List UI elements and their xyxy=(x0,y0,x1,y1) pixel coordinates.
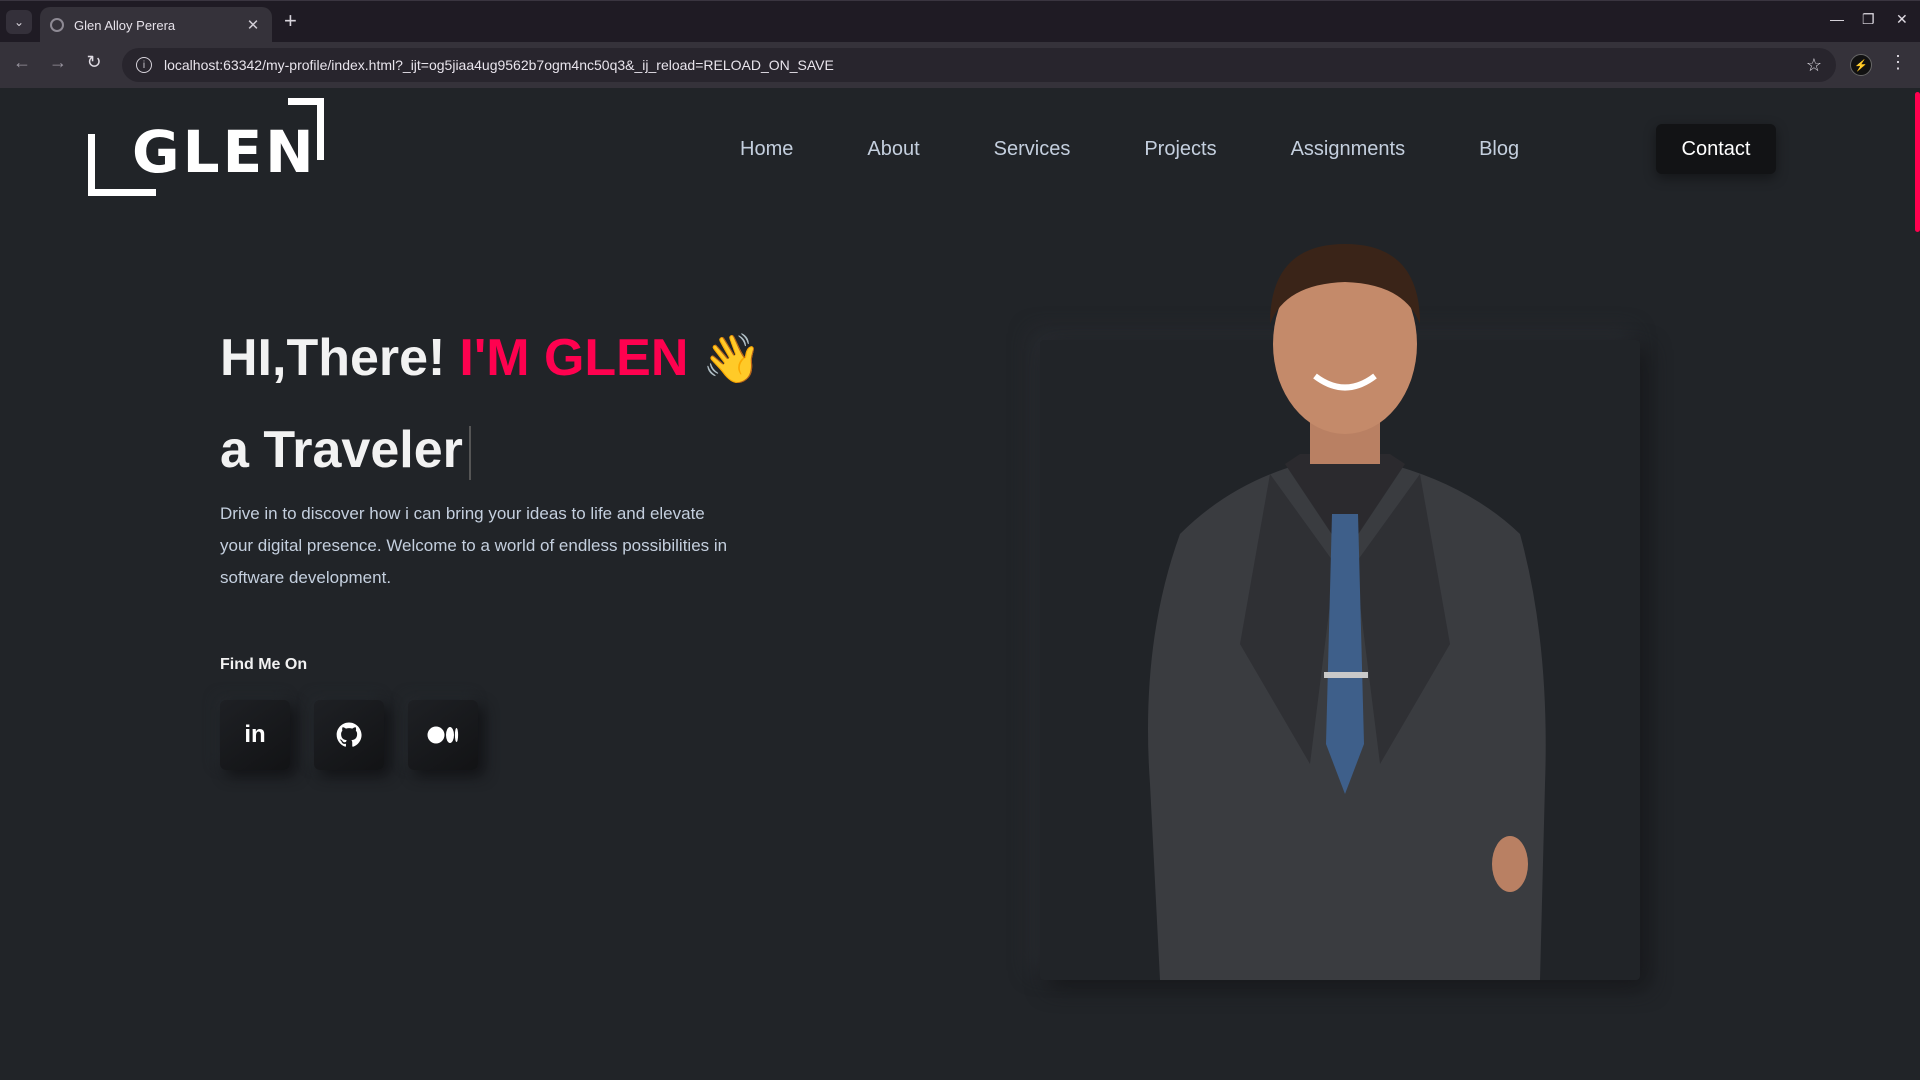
reload-icon[interactable]: ↻ xyxy=(82,52,106,73)
medium-icon xyxy=(427,726,459,744)
page-content: GLEN Home About Services Projects Assign… xyxy=(0,88,1920,1080)
nav-about[interactable]: About xyxy=(867,138,919,161)
restore-icon[interactable]: ❐ xyxy=(1862,11,1875,28)
nav-blog[interactable]: Blog xyxy=(1479,138,1519,161)
globe-icon xyxy=(50,18,64,32)
linkedin-button[interactable]: in xyxy=(220,700,290,770)
waving-hand-icon: 👋 xyxy=(702,332,763,386)
nav-projects[interactable]: Projects xyxy=(1144,138,1216,161)
url-text[interactable]: localhost:63342/my-profile/index.html?_i… xyxy=(164,57,1806,73)
find-me-on-heading: Find Me On xyxy=(220,656,308,673)
linkedin-icon: in xyxy=(244,721,266,748)
forward-icon[interactable]: → xyxy=(46,52,70,73)
browser-tab[interactable]: Glen Alloy Perera ✕ xyxy=(40,7,272,43)
social-links: in xyxy=(220,700,502,770)
nav-home[interactable]: Home xyxy=(740,138,793,161)
site-info-icon[interactable]: i xyxy=(136,57,152,73)
hero-role-text: a Traveler xyxy=(220,421,463,479)
github-button[interactable] xyxy=(314,700,384,770)
typing-cursor xyxy=(468,426,471,481)
nav-services[interactable]: Services xyxy=(994,138,1071,161)
browser-menu-icon[interactable]: ⋮ xyxy=(1889,52,1907,73)
profile-photo xyxy=(1148,244,1546,980)
github-icon xyxy=(336,722,362,747)
browser-toolbar: ← → ↻ i localhost:63342/my-profile/index… xyxy=(0,42,1920,88)
close-window-icon[interactable]: ✕ xyxy=(1896,11,1908,28)
address-bar[interactable]: i localhost:63342/my-profile/index.html?… xyxy=(122,48,1836,82)
scrollbar-thumb[interactable] xyxy=(1915,92,1920,232)
medium-button[interactable] xyxy=(408,700,478,770)
hero-greeting: HI,There! xyxy=(220,329,446,387)
site-logo[interactable]: GLEN xyxy=(88,98,324,198)
logo-text: GLEN xyxy=(132,118,317,186)
bookmark-star-icon[interactable]: ☆ xyxy=(1806,55,1822,76)
hero-role: a Traveler xyxy=(220,420,471,481)
hero-name: I'M GLEN xyxy=(459,329,689,387)
new-tab-button[interactable]: + xyxy=(284,10,297,32)
nav-assignments[interactable]: Assignments xyxy=(1291,138,1406,161)
close-tab-icon[interactable]: ✕ xyxy=(244,16,262,34)
hero-heading: HI,There! I'M GLEN 👋 xyxy=(220,328,762,388)
nav-contact-button[interactable]: Contact xyxy=(1656,124,1776,174)
browser-tabstrip: ⌄ Glen Alloy Perera ✕ + — ❐ ✕ xyxy=(0,0,1920,43)
back-icon[interactable]: ← xyxy=(10,52,34,73)
minimize-icon[interactable]: — xyxy=(1830,11,1844,27)
main-nav: Home About Services Projects Assignments… xyxy=(740,124,1776,174)
extension-icon[interactable]: ⚡ xyxy=(1850,54,1872,76)
hero-description: Drive in to discover how i can bring you… xyxy=(220,504,728,587)
tab-search-button[interactable]: ⌄ xyxy=(6,10,32,34)
tab-title: Glen Alloy Perera xyxy=(74,17,176,33)
